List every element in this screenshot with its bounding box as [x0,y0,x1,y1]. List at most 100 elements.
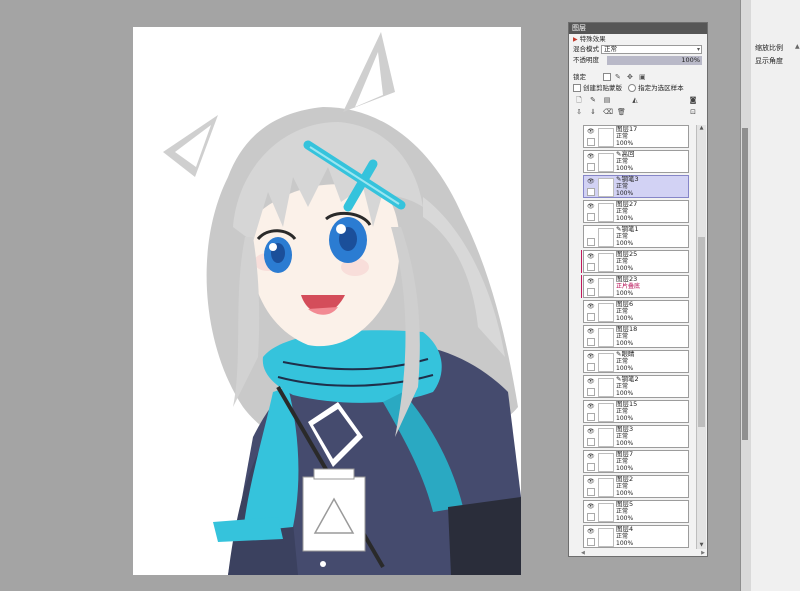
layer-lock-checkbox[interactable] [587,338,595,346]
layer-item[interactable]: 👁 图层15 正常 100% [583,400,689,423]
layer-name: 图层15 [616,401,637,408]
layer-lock-checkbox[interactable] [587,138,595,146]
layer-item[interactable]: 👁 图层27 正常 100% [583,200,689,223]
layer-lock-checkbox[interactable] [587,463,595,471]
merge-down-icon[interactable]: ⇓ [589,108,597,116]
drawing-canvas[interactable] [133,27,521,575]
eye-icon[interactable]: 👁 [587,453,595,460]
layer-item[interactable]: 👁 ✎眼睛 正常 100% [583,350,689,373]
layer-blend-mode: 正片叠底 [616,283,641,290]
layer-lock-checkbox[interactable] [587,513,595,521]
layer-lock-checkbox[interactable] [587,488,595,496]
eye-icon[interactable]: 👁 [587,203,595,210]
layer-list-scroll-thumb[interactable] [698,237,705,427]
layer-name-text: 钢笔2 [621,375,639,383]
eye-icon[interactable]: 👁 [587,353,595,360]
layer-name: ✎眼睛 [616,351,634,358]
layer-lock-checkbox[interactable] [587,388,595,396]
layer-name-text: 图层15 [616,400,638,408]
eye-icon[interactable]: 👁 [587,253,595,260]
layer-item[interactable]: 👁 图层17 正常 100% [583,125,689,148]
layer-lock-checkbox[interactable] [587,163,595,171]
lock-all-icon[interactable]: ▣ [639,72,646,83]
selection-source-radio[interactable] [628,84,638,92]
eye-icon[interactable]: 👁 [587,428,595,435]
layer-thumbnail [598,303,614,322]
layer-item[interactable]: 👁 ✎钢笔2 正常 100% [583,375,689,398]
opacity-row: 不透明度 100% [569,55,707,66]
layer-name-text: 眼睛 [621,350,635,358]
eye-icon[interactable]: 👁 [587,478,595,485]
lock-paint-icon[interactable]: ✎ [615,72,621,83]
layer-item[interactable]: 👁 图层4 正常 100% [583,525,689,548]
panel-option-icon[interactable]: ⊡ [689,108,697,116]
layer-item[interactable]: 👁 图层18 正常 100% [583,325,689,348]
layer-item[interactable]: ✎钢笔1 正常 100% [583,225,689,248]
eye-icon[interactable]: 👁 [587,378,595,385]
layer-name: 图层6 [616,301,633,308]
layer-opacity: 100% [616,440,634,447]
panel-menu-icon[interactable]: ◙ [689,96,697,104]
layer-name-text: 图层4 [616,525,634,533]
layer-item[interactable]: 👁 图层5 正常 100% [583,500,689,523]
layer-opacity: 100% [616,315,634,322]
layer-mask-icon[interactable]: ◭ [631,96,639,104]
eye-icon[interactable]: 👁 [587,303,595,310]
eye-icon[interactable]: 👁 [587,328,595,335]
layer-lock-checkbox[interactable] [587,238,595,246]
layer-name-text: 图层6 [616,300,634,308]
create-clipping-checkbox[interactable] [573,84,583,92]
layer-lock-checkbox[interactable] [587,363,595,371]
layer-lock-checkbox[interactable] [587,263,595,271]
lock-move-icon[interactable]: ✥ [627,72,633,83]
layer-lock-checkbox[interactable] [587,538,595,546]
layer-lock-checkbox[interactable] [587,288,595,296]
layer-item[interactable]: 👁 图层25 正常 100% [583,250,689,273]
layer-item[interactable]: 👁 图层2 正常 100% [583,475,689,498]
eye-icon[interactable]: 👁 [587,278,595,285]
eye-icon[interactable]: 👁 [587,503,595,510]
blend-mode-select[interactable]: 正常 ▾ [601,45,702,54]
transfer-down-icon[interactable]: ⇩ [575,108,583,116]
eye-icon[interactable]: 👁 [587,403,595,410]
layer-item[interactable]: 👁 图层6 正常 100% [583,300,689,323]
layer-lock-checkbox[interactable] [587,438,595,446]
layer-item[interactable]: 👁 ✎钢笔3 正常 100% [583,175,689,198]
clear-layer-icon[interactable]: ⌫ [603,108,613,116]
layer-name: ✎钢笔3 [616,176,639,183]
scroll-right-icon[interactable]: ▶ [701,550,705,556]
new-linework-layer-icon[interactable]: ✎ [589,96,597,104]
layer-item[interactable]: 👁 ✎高回 正常 100% [583,150,689,173]
layer-list-hscroll[interactable]: ◀ ▶ [581,550,705,556]
new-folder-icon[interactable]: ▤ [603,96,611,104]
navigator-panel: 缩放比例 ▲ 显示角度 [751,0,800,591]
layer-panel-title[interactable]: 图层 [569,23,707,34]
layer-item[interactable]: 👁 图层7 正常 100% [583,450,689,473]
eye-icon[interactable]: 👁 [587,528,595,535]
layer-lock-checkbox[interactable] [587,188,595,196]
scroll-left-icon[interactable]: ◀ [581,550,585,556]
layer-toolbar-bottom: ⇩ ⇓ ⌫ 🗑 ⊡ [569,106,707,118]
delete-layer-icon[interactable]: 🗑 [617,108,626,116]
eye-icon[interactable]: 👁 [587,128,595,135]
layer-lock-checkbox[interactable] [587,413,595,421]
lock-label: 锁定 [573,73,586,81]
layer-opacity: 100% [616,515,634,522]
new-layer-icon[interactable]: 🗋 [575,96,583,104]
zoom-slider-handle-icon[interactable]: ▲ [795,43,800,50]
layer-list-scrollbar[interactable]: ▲ ▼ [696,125,706,549]
vertical-scroll-thumb[interactable] [742,128,748,440]
layer-lock-checkbox[interactable] [587,213,595,221]
layer-item[interactable]: 👁 图层3 正常 100% [583,425,689,448]
opacity-slider[interactable]: 100% [607,56,702,65]
eye-icon[interactable]: 👁 [587,178,595,185]
special-effects-toggle[interactable]: ▶ 特殊效果 [569,34,707,44]
scroll-up-icon[interactable]: ▲ [698,125,705,132]
layer-lock-checkbox[interactable] [587,313,595,321]
lock-transparency-checkbox[interactable] [603,72,613,83]
layer-item[interactable]: 👁 图层23 正片叠底 100% [583,275,689,298]
layer-thumbnail [598,403,614,422]
eye-icon[interactable]: 👁 [587,153,595,160]
scroll-down-icon[interactable]: ▼ [698,542,705,549]
vertical-scrollbar[interactable] [740,0,751,591]
